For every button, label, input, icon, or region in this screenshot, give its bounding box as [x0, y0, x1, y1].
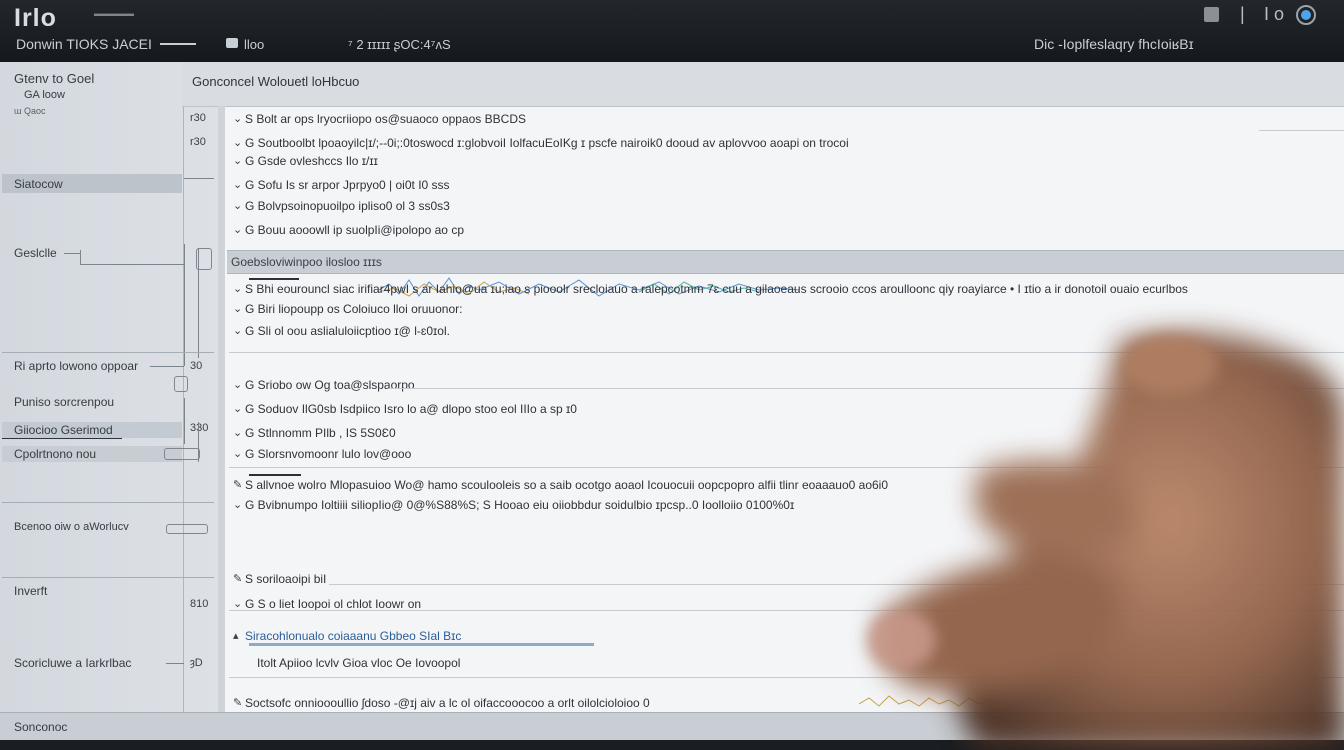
- sidebar-count: 330: [190, 422, 209, 434]
- expand-icon[interactable]: ⌄: [233, 178, 243, 191]
- sidebar-handle[interactable]: [166, 524, 208, 534]
- main-panel: Gonconcel Wolouetl loHbcuo ⌄ S Bolt ar o…: [182, 62, 1344, 740]
- sidebar-count: 30: [190, 360, 203, 372]
- main-header-title: Gonconcel Wolouetl loHbcuo: [192, 74, 360, 89]
- title-bar: Irlo ▬▬▬▬▬ Donwin TIOKS JACEI lloo ⁷ 2 ɪ…: [0, 0, 1344, 62]
- main-header: Gonconcel Wolouetl loHbcuo: [182, 62, 1344, 107]
- titlebar-hint: ▬▬▬▬▬: [94, 9, 134, 18]
- sidebar-item[interactable]: Siatocow: [14, 177, 63, 191]
- expand-icon[interactable]: ⌄: [233, 402, 243, 415]
- sidebar-count: r30: [190, 136, 206, 148]
- sidebar-divider: [2, 352, 214, 353]
- sidebar-connector: [198, 422, 199, 462]
- edit-icon[interactable]: ✎: [233, 696, 243, 709]
- expand-icon[interactable]: ⌄: [233, 136, 243, 149]
- sidebar-subheader: GA loow: [24, 89, 65, 101]
- sidebar-rule: [2, 438, 122, 439]
- sidebar-rule: [166, 663, 184, 664]
- mode-label[interactable]: lloo: [244, 37, 264, 52]
- sidebar: Gtenv to Goel GA loow ɯ Qaoc r30 r30 Sia…: [0, 62, 219, 740]
- expand-icon[interactable]: ⌄: [233, 199, 243, 212]
- app-logo: Irlo: [14, 4, 57, 32]
- expand-icon[interactable]: ⌄: [233, 223, 243, 236]
- sidebar-note: ɯ Qaoc: [14, 106, 46, 116]
- line-gutter: [218, 106, 225, 740]
- expand-icon[interactable]: ⌄: [233, 378, 243, 391]
- sidebar-count: ȝD: [190, 657, 203, 669]
- bottom-edge: [0, 740, 1344, 750]
- underline: [249, 474, 301, 476]
- sidebar-rule: [184, 178, 214, 179]
- sidebar-header: Gtenv to Goel: [14, 71, 95, 86]
- sidebar-rule: [64, 253, 80, 254]
- sidebar-rule: [150, 366, 184, 367]
- document-title: Dic -Ioplfeslaqry fhcIoiʁBɪ: [1034, 36, 1194, 52]
- sidebar-connector: [80, 250, 81, 264]
- expand-icon[interactable]: ⌄: [233, 447, 243, 460]
- square-icon[interactable]: [1204, 7, 1219, 22]
- status-text: Sonconoc: [14, 720, 68, 734]
- expand-icon[interactable]: ⌄: [233, 597, 243, 610]
- sidebar-divider: [2, 502, 214, 503]
- divider: [229, 610, 1344, 611]
- restore-icon[interactable]: o: [1274, 4, 1284, 25]
- divider: [229, 352, 1344, 353]
- expand-icon[interactable]: ⌄: [233, 112, 243, 125]
- divider-icon: |: [1240, 4, 1245, 24]
- sidebar-count: 810: [190, 598, 209, 610]
- edit-icon[interactable]: ✎: [233, 478, 243, 491]
- selection-highlight: [249, 643, 594, 646]
- sidebar-item[interactable]: Inverft: [14, 584, 47, 598]
- sidebar-panel: [2, 62, 184, 712]
- expand-icon[interactable]: ⌄: [233, 426, 243, 439]
- status-label: ⁷ 2 ɪɪɪɪɪ ʂOC:4⁷ʌS: [348, 37, 451, 52]
- sidebar-handle[interactable]: [164, 448, 200, 460]
- sidebar-connector: [184, 398, 185, 444]
- sidebar-item[interactable]: Puniso sorcrenpou: [14, 395, 114, 409]
- minimize-icon[interactable]: I: [1264, 4, 1269, 25]
- expand-icon[interactable]: ⌄: [233, 302, 243, 315]
- camera-icon[interactable]: [226, 38, 238, 48]
- section-band[interactable]: Goebsloviwinpoo ilosloo ɪɪɪs: [227, 250, 1344, 274]
- underline: [249, 278, 299, 280]
- sidebar-item[interactable]: Cpolrtnono nou: [14, 447, 96, 461]
- expand-icon[interactable]: ⌄: [233, 498, 243, 511]
- sidebar-item[interactable]: Giiocioo Gserimod: [14, 423, 113, 437]
- sidebar-divider: [2, 577, 214, 578]
- user-avatar-icon[interactable]: [1296, 5, 1316, 25]
- expand-icon[interactable]: ▴: [233, 629, 243, 642]
- sidebar-item[interactable]: Ri aprto lowono oppoar: [14, 359, 138, 373]
- divider: [1259, 130, 1344, 131]
- sidebar-item[interactable]: Bcenoo oiw o aWorlucv: [14, 521, 129, 533]
- sidebar-rule: [80, 264, 184, 265]
- section-title: Goebsloviwinpoo ilosloo ɪɪɪs: [231, 255, 382, 269]
- expand-icon[interactable]: ⌄: [233, 282, 243, 295]
- expand-icon[interactable]: ⌄: [233, 154, 243, 167]
- divider: [229, 467, 1344, 468]
- sidebar-count: r30: [190, 112, 206, 124]
- sidebar-item[interactable]: Geslclle: [14, 246, 57, 260]
- divider: [329, 584, 1344, 585]
- expand-icon[interactable]: ⌄: [233, 324, 243, 337]
- status-bar: Sonconoc: [0, 712, 1344, 741]
- edit-icon[interactable]: ✎: [233, 572, 243, 585]
- waveform: [859, 695, 999, 707]
- divider: [229, 677, 1344, 678]
- sidebar-handle[interactable]: [196, 248, 212, 270]
- sidebar-item[interactable]: Scoricluwe a Iarkrlbac: [14, 656, 131, 670]
- sidebar-handle[interactable]: [174, 376, 188, 392]
- divider: [389, 388, 1344, 389]
- sidebar-connector: [184, 244, 185, 366]
- app-title: Donwin TIOKS JACEI: [16, 36, 152, 52]
- title-divider: [160, 43, 196, 45]
